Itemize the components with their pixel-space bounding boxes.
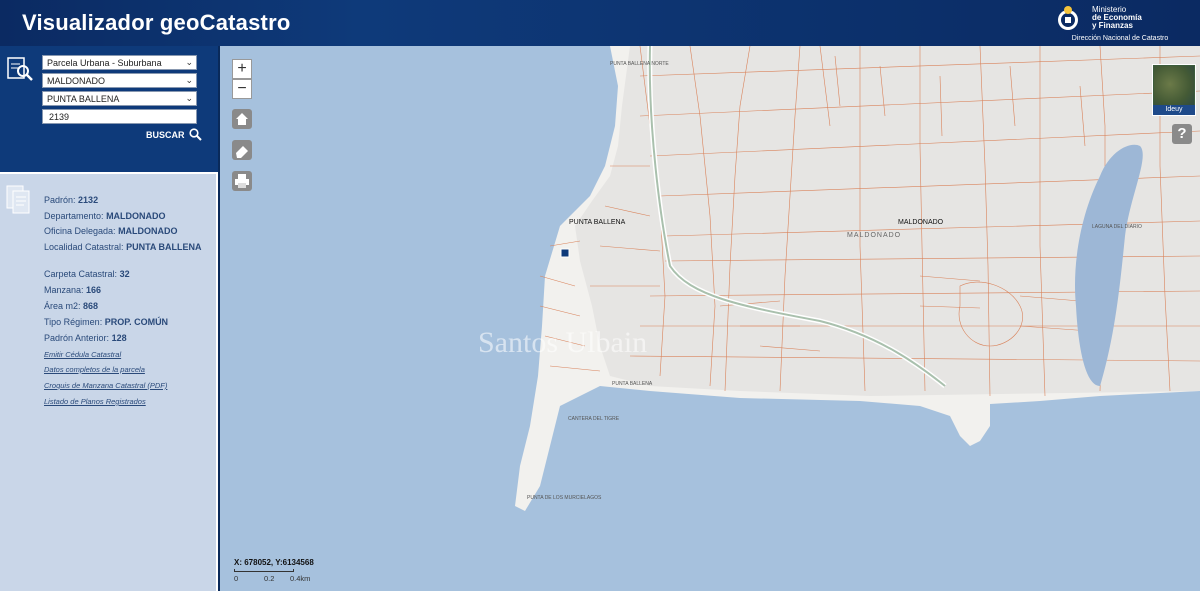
zoom-in-button[interactable]: + <box>232 59 252 79</box>
map-canvas[interactable] <box>220 46 1200 591</box>
ministry-subtitle: Dirección Nacional de Catastro <box>1071 35 1169 42</box>
parcel-number-input[interactable]: 2139 <box>42 109 197 124</box>
coordinate-readout: X: 678052, Y:6134568 <box>234 558 314 567</box>
home-button[interactable] <box>232 109 252 129</box>
eraser-button[interactable] <box>232 140 252 160</box>
chevron-down-icon: ⌄ <box>185 75 193 85</box>
link-listado-planos[interactable]: Listado de Planos Registrados <box>44 397 146 406</box>
help-button[interactable]: ? <box>1172 124 1192 144</box>
label-punta-ballena: PUNTA BALLENA <box>569 219 626 226</box>
search-panel: Parcela Urbana - Suburbana ⌄ MALDONADO ⌄ P… <box>0 46 218 174</box>
uruguay-seal-icon <box>1058 6 1078 30</box>
watermark: Santos Ulbain <box>478 326 648 359</box>
info-padron: Padrón: 2132 <box>44 195 99 205</box>
magnifier-icon <box>188 128 202 141</box>
info-oficina: Oficina Delegada: MALDONADO <box>44 226 178 236</box>
info-carpeta: Carpeta Catastral: 32 <box>44 269 130 279</box>
label-punta-murcielagos: PUNTA DE LOS MURCIELAGOS <box>527 495 602 501</box>
info-padron-anterior: Padrón Anterior: 128 <box>44 333 127 343</box>
chevron-down-icon: ⌄ <box>185 57 193 67</box>
documents-icon <box>6 185 30 214</box>
parcel-type-select[interactable]: Parcela Urbana - Suburbana ⌄ <box>42 55 197 70</box>
chevron-down-icon: ⌄ <box>185 93 193 103</box>
locality-select[interactable]: PUNTA BALLENA ⌄ <box>42 91 197 106</box>
parcel-info-panel: Padrón: 2132 Departamento: MALDONADO Ofi… <box>0 176 216 591</box>
printer-icon <box>235 174 249 188</box>
basemap-label: Ideuy <box>1153 105 1195 115</box>
info-regimen: Tipo Régimen: PROP. COMÚN <box>44 317 169 327</box>
search-button[interactable]: BUSCAR <box>146 128 202 141</box>
label-maldonado: MALDONADO <box>898 219 944 226</box>
ministry-logo: Ministerio de Economía y Finanzas Direcc… <box>1050 3 1190 43</box>
label-cantera: CANTERA DEL TIGRE <box>568 416 620 422</box>
info-departamento: Departamento: MALDONADO <box>44 211 166 221</box>
link-croquis-manzana[interactable]: Croquis de Manzana Catastral (PDF) <box>44 381 167 390</box>
app-header: Visualizador geoCatastro Ministerio de E… <box>0 0 1200 46</box>
info-localidad: Localidad Catastral: PUNTA BALLENA <box>44 242 202 252</box>
ministry-name: Ministerio de Economía y Finanzas <box>1092 5 1142 30</box>
basemap-overview-button[interactable]: Ideuy <box>1152 64 1196 116</box>
parcel-search-icon <box>7 57 33 81</box>
department-select[interactable]: MALDONADO ⌄ <box>42 73 197 88</box>
link-datos-completos[interactable]: Datos completos de la parcela <box>44 365 145 374</box>
eraser-icon <box>236 146 248 158</box>
label-punta-ballena-south: PUNTA BALLENA <box>612 381 653 387</box>
info-manzana: Manzana: 166 <box>44 285 102 295</box>
home-icon <box>236 113 248 125</box>
map-view[interactable]: Santos Ulbain PUNTA BALLENA MALDONADO MA… <box>220 46 1200 591</box>
label-punta-ballena-north: PUNTA BALLENA NORTE <box>610 61 669 67</box>
label-maldonado-sub: MALDONADO <box>847 232 902 239</box>
print-button[interactable] <box>232 171 252 191</box>
label-laguna: LAGUNA DEL DIARIO <box>1092 224 1142 230</box>
scale-bar: 0 0.2 0.4km <box>234 569 329 583</box>
app-title: Visualizador geoCatastro <box>22 10 291 35</box>
info-area: Área m2: 868 <box>44 301 99 311</box>
basemap-thumbnail <box>1154 66 1194 106</box>
sidebar: Parcela Urbana - Suburbana ⌄ MALDONADO ⌄ P… <box>0 46 218 591</box>
zoom-out-button[interactable]: − <box>232 79 252 99</box>
link-emitir-cedula[interactable]: Emitir Cédula Catastral <box>44 350 121 359</box>
